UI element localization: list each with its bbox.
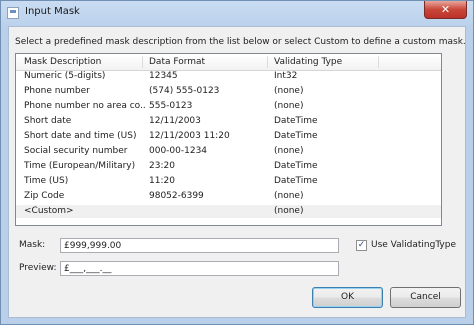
data-format-cell: 23:20 bbox=[149, 161, 175, 171]
column-divider[interactable] bbox=[267, 56, 268, 68]
data-format-cell: 555-0123 bbox=[149, 101, 193, 111]
list-item[interactable]: Time (US) 11:20 DateTime bbox=[16, 175, 441, 188]
data-format-cell: (574) 555-0123 bbox=[149, 86, 220, 96]
ok-button[interactable]: OK bbox=[312, 287, 383, 308]
validating-type-cell: (none) bbox=[274, 146, 304, 156]
data-format-cell: 98052-6399 bbox=[149, 191, 204, 201]
mask-description-cell: Short date and time (US) bbox=[24, 131, 137, 141]
list-item[interactable]: Zip Code 98052-6399 (none) bbox=[16, 190, 441, 203]
close-button[interactable]: ✕ bbox=[424, 1, 467, 19]
data-format-cell: 12/11/2003 bbox=[149, 116, 201, 126]
column-header-mask-description[interactable]: Mask Description bbox=[24, 57, 101, 67]
list-header: Mask Description Data Format Validating … bbox=[16, 54, 441, 71]
validating-type-cell: DateTime bbox=[274, 161, 318, 171]
validating-type-cell: (none) bbox=[274, 101, 304, 111]
validating-type-cell: DateTime bbox=[274, 176, 318, 186]
validating-type-cell: (none) bbox=[274, 86, 304, 96]
list-item[interactable]: Time (European/Military) 23:20 DateTime bbox=[16, 160, 441, 173]
use-validating-type-label[interactable]: Use ValidatingType bbox=[371, 240, 456, 250]
mask-description-cell: Numeric (5-digits) bbox=[24, 71, 106, 81]
mask-description-cell: Time (US) bbox=[24, 176, 69, 186]
mask-description-cell: Zip Code bbox=[24, 191, 65, 201]
list-item[interactable]: Numeric (5-digits) 12345 Int32 bbox=[16, 70, 441, 83]
list-item[interactable]: Social security number 000-00-1234 (none… bbox=[16, 145, 441, 158]
list-item[interactable]: Phone number (574) 555-0123 (none) bbox=[16, 85, 441, 98]
mask-description-cell: Phone number bbox=[24, 86, 90, 96]
validating-type-cell: Int32 bbox=[274, 71, 298, 81]
validating-type-cell: (none) bbox=[274, 206, 304, 216]
mask-input[interactable] bbox=[60, 238, 339, 253]
mask-label: Mask: bbox=[19, 240, 46, 250]
column-header-data-format[interactable]: Data Format bbox=[149, 57, 205, 67]
title-bar[interactable]: Input Mask ✕ bbox=[1, 1, 473, 25]
preview-label: Preview: bbox=[19, 263, 57, 273]
list-item[interactable]: Short date and time (US) 12/11/2003 11:2… bbox=[16, 130, 441, 143]
column-header-validating-type[interactable]: Validating Type bbox=[274, 57, 342, 67]
mask-description-cell: <Custom> bbox=[24, 206, 74, 216]
column-divider[interactable] bbox=[142, 56, 143, 68]
mask-description-cell: Short date bbox=[24, 116, 72, 126]
mask-description-cell: Social security number bbox=[24, 146, 128, 156]
instructions-text: Select a predefined mask description fro… bbox=[15, 37, 466, 47]
window-icon bbox=[7, 7, 19, 19]
mask-description-cell: Phone number no area co... bbox=[24, 101, 146, 111]
list-item[interactable]: Phone number no area co... 555-0123 (non… bbox=[16, 100, 441, 113]
mask-list[interactable]: Mask Description Data Format Validating … bbox=[15, 53, 442, 226]
data-format-cell: 000-00-1234 bbox=[149, 146, 208, 156]
cancel-button[interactable]: Cancel bbox=[390, 287, 461, 308]
validating-type-cell: (none) bbox=[274, 191, 304, 201]
list-item[interactable]: Short date 12/11/2003 DateTime bbox=[16, 115, 441, 128]
validating-type-cell: DateTime bbox=[274, 131, 318, 141]
preview-field bbox=[60, 261, 339, 276]
data-format-cell: 12345 bbox=[149, 71, 178, 81]
window-title: Input Mask bbox=[25, 6, 80, 17]
data-format-cell: 12/11/2003 11:20 bbox=[149, 131, 230, 141]
column-divider[interactable] bbox=[378, 56, 379, 68]
use-validating-type-checkbox[interactable]: ✓ bbox=[356, 240, 367, 251]
list-item-custom[interactable]: <Custom> (none) bbox=[16, 205, 441, 218]
validating-type-cell: DateTime bbox=[274, 116, 318, 126]
data-format-cell: 11:20 bbox=[149, 176, 175, 186]
mask-description-cell: Time (European/Military) bbox=[24, 161, 136, 171]
